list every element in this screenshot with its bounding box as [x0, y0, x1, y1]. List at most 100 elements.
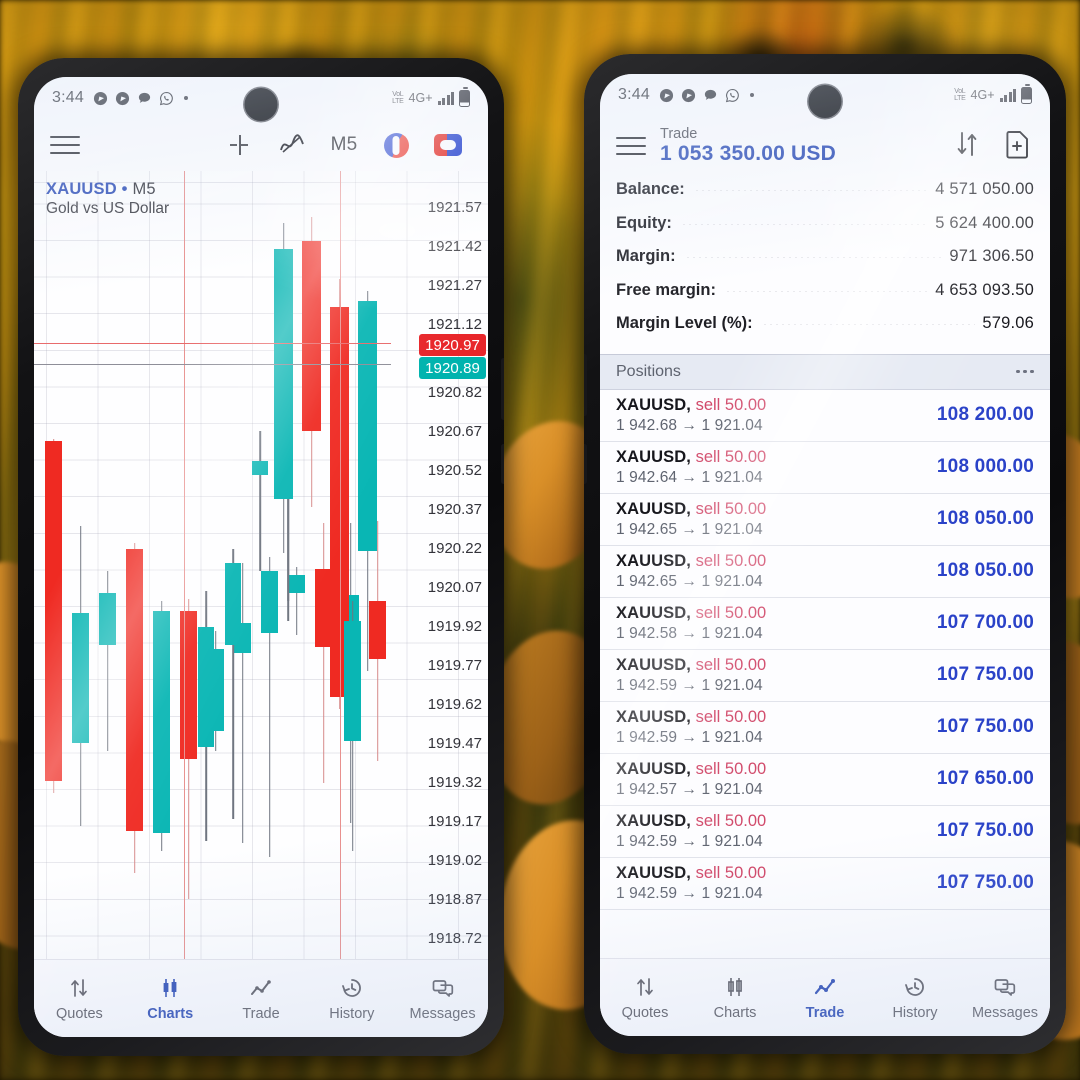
table-row[interactable]: XAUUSD, sell 50.00 1 942.65 → 1 921.04 1…	[600, 494, 1050, 546]
table-row[interactable]: XAUUSD, sell 50.00 1 942.57 → 1 921.04 1…	[600, 754, 1050, 806]
price-tick: 1919.32	[427, 774, 482, 791]
battery-icon	[459, 87, 470, 107]
hamburger-menu-icon[interactable]	[50, 135, 80, 155]
dot-icon	[749, 93, 754, 97]
tab-quotes[interactable]: Quotes	[600, 974, 690, 1021]
sort-arrows-icon[interactable]	[952, 129, 982, 164]
tab-trade[interactable]: Trade	[780, 974, 870, 1021]
price-chart[interactable]: XAUUSD • M5 Gold vs US Dollar 1921.57 19…	[34, 171, 488, 961]
tab-label: History	[329, 1006, 375, 1022]
position-details: XAUUSD, sell 50.00 1 942.59 → 1 921.04	[616, 863, 766, 904]
status-system-icons: VoL LTE 4G+	[954, 84, 1032, 104]
clock-history-icon	[903, 974, 927, 1000]
chart-vline	[340, 171, 342, 961]
new-order-icon[interactable]	[1004, 129, 1032, 164]
position-profit: 107 750.00	[936, 872, 1034, 893]
positions-list[interactable]: XAUUSD, sell 50.00 1 942.68 → 1 921.04 1…	[600, 390, 1050, 910]
chat-bubble-icon	[704, 89, 717, 100]
position-symbol: XAUUSD,	[616, 707, 691, 726]
position-side: sell 50.00	[695, 603, 767, 622]
hamburger-menu-icon[interactable]	[616, 136, 646, 156]
candlesticks-icon	[723, 974, 747, 1000]
chat-square-icon[interactable]	[422, 123, 474, 167]
price-tick: 1921.57	[427, 199, 482, 216]
tab-label: Messages	[409, 1006, 476, 1022]
account-value: 5 624 400.00	[935, 213, 1034, 232]
bid-price-badge: 1920.89	[419, 357, 486, 379]
tab-history[interactable]: History	[870, 974, 960, 1021]
bottom-tabbar: Quotes Charts Trade History Messages	[34, 959, 488, 1037]
battery-icon	[1021, 84, 1032, 104]
power-button[interactable]	[501, 444, 504, 484]
price-tick: 1920.67	[427, 423, 482, 440]
volte-icon: VoL LTE	[392, 90, 404, 106]
position-symbol: XAUUSD,	[616, 551, 691, 570]
table-row[interactable]: XAUUSD, sell 50.00 1 942.59 → 1 921.04 1…	[600, 858, 1050, 910]
indicators-icon[interactable]	[266, 123, 318, 167]
position-symbol: XAUUSD,	[616, 395, 691, 414]
account-summary-title: Trade 1 053 350.00 USD	[660, 126, 836, 166]
network-type: 4G+	[970, 88, 995, 102]
position-prices: 1 942.65 → 1 921.04	[616, 573, 763, 591]
table-row[interactable]: XAUUSD, sell 50.00 1 942.65 → 1 921.04 1…	[600, 546, 1050, 598]
screen-right: 3:44 VoL LTE 4G+ Trade 1 053 350.00 USD …	[600, 74, 1050, 1036]
account-row: Margin: 971 306.50	[616, 247, 1034, 281]
price-tick: 1919.17	[427, 813, 482, 830]
more-options-icon[interactable]	[1016, 369, 1034, 374]
account-key: Margin Level (%):	[616, 314, 753, 332]
tab-messages[interactable]: Messages	[960, 974, 1050, 1021]
leader-dots	[684, 257, 943, 258]
timeframe-selector[interactable]: M5	[318, 123, 370, 167]
messenger-icon	[659, 88, 674, 102]
price-tick: 1920.52	[427, 462, 482, 479]
position-profit: 107 650.00	[936, 768, 1034, 789]
position-details: XAUUSD, sell 50.00 1 942.64 → 1 921.04	[616, 447, 766, 488]
volte-icon: VoL LTE	[954, 87, 966, 103]
tab-label: History	[892, 1005, 938, 1021]
metatrader-logo-icon[interactable]	[370, 123, 422, 167]
chart-separator: •	[121, 180, 128, 198]
power-button[interactable]	[584, 444, 587, 484]
tab-messages[interactable]: Messages	[397, 975, 488, 1022]
price-tick: 1919.92	[427, 618, 482, 635]
account-row: Equity: 5 624 400.00	[616, 214, 1034, 248]
chat-bubble-icon	[138, 92, 151, 103]
price-tick: 1920.37	[427, 501, 482, 518]
chat-bubbles-icon	[993, 974, 1017, 1000]
signal-bars-icon	[437, 91, 454, 105]
header-subtitle: Trade	[660, 126, 698, 143]
volume-button[interactable]	[584, 354, 587, 416]
crosshair-icon[interactable]	[214, 123, 266, 167]
position-prices: 1 942.59 → 1 921.04	[616, 885, 763, 903]
tab-trade[interactable]: Trade	[216, 975, 307, 1022]
tab-quotes[interactable]: Quotes	[34, 975, 125, 1022]
tab-charts[interactable]: Charts	[125, 975, 216, 1022]
tab-label: Charts	[713, 1005, 757, 1021]
position-prices: 1 942.65 → 1 921.04	[616, 521, 763, 539]
table-row[interactable]: XAUUSD, sell 50.00 1 942.58 → 1 921.04 1…	[600, 598, 1050, 650]
table-row[interactable]: XAUUSD, sell 50.00 1 942.59 → 1 921.04 1…	[600, 650, 1050, 702]
account-value: 4 571 050.00	[935, 180, 1034, 198]
positions-section-header[interactable]: Positions	[600, 353, 1050, 390]
table-row[interactable]: XAUUSD, sell 50.00 1 942.64 → 1 921.04 1…	[600, 442, 1050, 494]
table-row[interactable]: XAUUSD, sell 50.00 1 942.68 → 1 921.04 1…	[600, 390, 1050, 442]
position-side: sell 50.00	[695, 655, 767, 674]
status-notification-icons	[93, 91, 188, 106]
screen-left: 3:44 VoL LTE 4G+ M5 XAUUSD • M5 Gold vs …	[34, 77, 488, 1037]
account-key: Equity:	[616, 213, 672, 232]
position-profit: 108 200.00	[936, 404, 1034, 425]
volume-button[interactable]	[501, 358, 504, 420]
messenger-icon	[681, 88, 696, 102]
chat-bubbles-icon	[431, 975, 455, 1001]
tab-charts[interactable]: Charts	[690, 974, 780, 1021]
signal-bars-icon	[999, 88, 1016, 102]
table-row[interactable]: XAUUSD, sell 50.00 1 942.59 → 1 921.04 1…	[600, 702, 1050, 754]
leader-dots	[680, 223, 929, 225]
line-chart-icon	[813, 974, 837, 1000]
tab-history[interactable]: History	[306, 975, 397, 1022]
position-profit: 108 000.00	[936, 456, 1034, 477]
candlestick-series-top	[34, 171, 391, 961]
position-side: sell 50.00	[695, 447, 767, 466]
header-actions	[952, 129, 1036, 164]
table-row[interactable]: XAUUSD, sell 50.00 1 942.59 → 1 921.04 1…	[600, 806, 1050, 858]
